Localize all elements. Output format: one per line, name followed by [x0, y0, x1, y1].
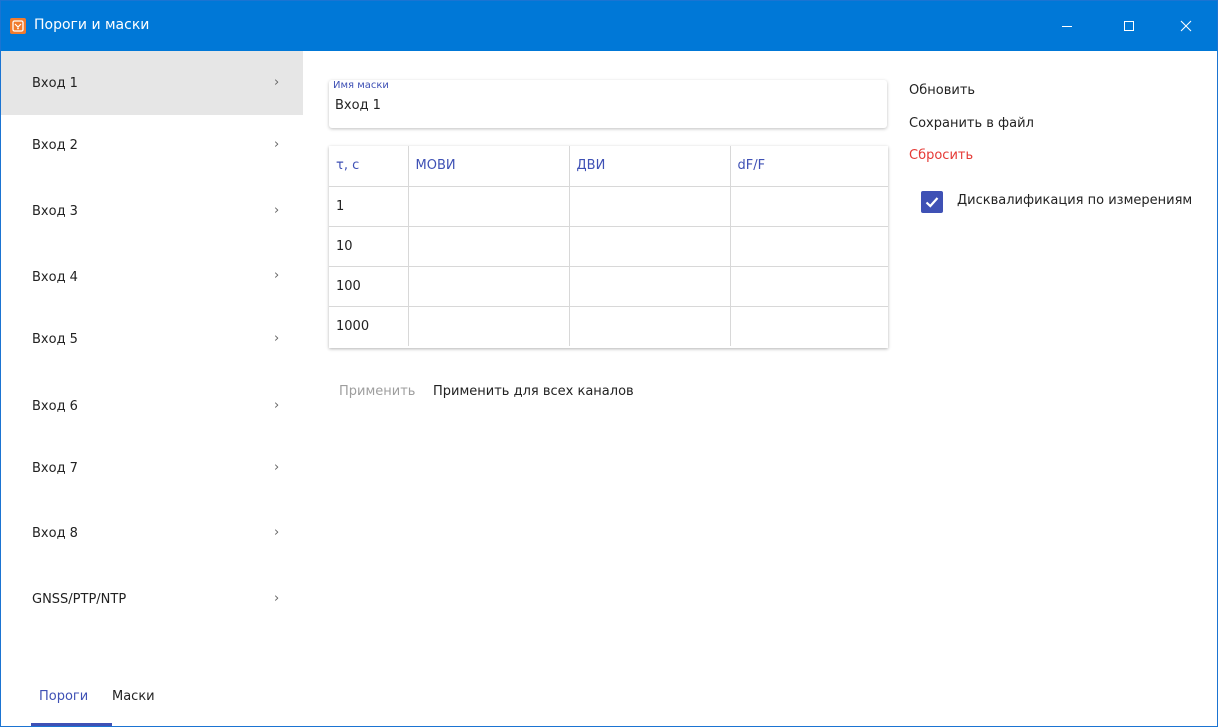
minimize-icon — [1062, 26, 1072, 27]
sidebar: Вход 1 › Вход 2 › Вход 3 › Вход 4 › Вход… — [1, 51, 303, 726]
reset-button[interactable]: Сбросить — [909, 148, 973, 163]
chevron-right-icon: › — [274, 525, 280, 540]
table-header-row: τ, с МОВИ ДВИ dF/F — [329, 146, 888, 187]
mask-name-input[interactable]: Вход 1 — [335, 98, 381, 113]
threshold-table: τ, с МОВИ ДВИ dF/F 1 10 100 1000 — [329, 146, 888, 348]
active-tab-indicator — [31, 723, 112, 726]
title-bar[interactable]: Пороги и маски — [1, 1, 1217, 51]
mask-name-field[interactable]: Имя маски Вход 1 — [329, 80, 887, 128]
table-cell[interactable] — [568, 305, 731, 346]
sidebar-item-label: Вход 2 — [32, 138, 78, 153]
sidebar-item-input-1[interactable]: Вход 1 › — [1, 51, 303, 115]
sidebar-item-label: Вход 5 — [32, 332, 78, 347]
sidebar-item-input-3[interactable]: Вход 3 › — [1, 179, 303, 243]
chevron-right-icon: › — [274, 460, 280, 475]
sidebar-item-label: Вход 3 — [32, 204, 78, 219]
table-cell[interactable] — [407, 185, 570, 227]
chevron-right-icon: › — [274, 203, 280, 218]
sidebar-item-input-6[interactable]: Вход 6 › — [1, 371, 303, 435]
table-cell[interactable] — [407, 305, 570, 346]
table-cell[interactable] — [729, 305, 888, 346]
maximize-button[interactable] — [1107, 1, 1151, 51]
sidebar-item-input-5[interactable]: Вход 5 › — [1, 307, 303, 371]
chevron-right-icon: › — [274, 591, 280, 606]
column-header-movi: МОВИ — [407, 146, 570, 187]
table-cell-tau: 100 — [329, 265, 409, 307]
sidebar-item-input-8[interactable]: Вход 8 › — [1, 499, 303, 563]
column-header-tau: τ, с — [329, 146, 409, 187]
table-row: 100 — [329, 265, 888, 307]
window-title: Пороги и маски — [34, 17, 150, 33]
chevron-right-icon: › — [274, 268, 280, 283]
table-row: 1000 — [329, 305, 888, 346]
app-logo-icon — [10, 18, 26, 34]
close-icon — [1180, 20, 1192, 32]
maximize-icon — [1124, 21, 1134, 31]
apply-all-channels-button[interactable]: Применить для всех каналов — [433, 384, 634, 399]
checkmark-icon — [925, 197, 939, 208]
close-button[interactable] — [1164, 1, 1208, 51]
disqualification-label: Дисквалификация по измерениям — [957, 193, 1193, 208]
table-cell-tau: 1000 — [329, 305, 409, 346]
column-header-dvi: ДВИ — [568, 146, 731, 187]
sidebar-item-input-7[interactable]: Вход 7 › — [1, 435, 303, 499]
apply-button[interactable]: Применить — [339, 384, 415, 399]
table-cell-tau: 1 — [329, 185, 409, 227]
sidebar-item-gnss[interactable]: GNSS/PTP/NTP › — [1, 563, 303, 627]
tab-thresholds[interactable]: Пороги — [39, 689, 88, 704]
app-window: Пороги и маски Вход 1 › Вход 2 › Вход 3 … — [0, 0, 1218, 727]
tab-masks[interactable]: Маски — [112, 689, 155, 704]
sidebar-item-label: Вход 1 — [32, 76, 78, 91]
sidebar-item-label: Вход 4 — [32, 270, 78, 285]
minimize-button[interactable] — [1045, 1, 1089, 51]
sidebar-item-label: Вход 6 — [32, 399, 78, 414]
sidebar-item-label: Вход 8 — [32, 526, 78, 541]
table-cell-tau: 10 — [329, 225, 409, 267]
sidebar-item-input-2[interactable]: Вход 2 › — [1, 115, 303, 179]
table-cell[interactable] — [407, 265, 570, 307]
chevron-right-icon: › — [274, 331, 280, 346]
table-row: 10 — [329, 225, 888, 267]
table-cell[interactable] — [568, 225, 731, 267]
table-cell[interactable] — [729, 265, 888, 307]
sidebar-item-label: Вход 7 — [32, 461, 78, 476]
chevron-right-icon: › — [274, 75, 280, 90]
table-cell[interactable] — [407, 225, 570, 267]
chevron-right-icon: › — [274, 137, 280, 152]
table-cell[interactable] — [568, 185, 731, 227]
table-cell[interactable] — [729, 185, 888, 227]
chevron-right-icon: › — [274, 398, 280, 413]
disqualification-checkbox[interactable] — [921, 191, 943, 213]
refresh-button[interactable]: Обновить — [909, 83, 975, 98]
sidebar-item-input-4[interactable]: Вход 4 › — [1, 243, 303, 307]
sidebar-item-label: GNSS/PTP/NTP — [32, 592, 127, 607]
mask-name-label: Имя маски — [333, 80, 389, 91]
bottom-tabs: Пороги Маски — [1, 689, 303, 726]
table-cell[interactable] — [729, 225, 888, 267]
table-row: 1 — [329, 185, 888, 227]
table-cell[interactable] — [568, 265, 731, 307]
save-to-file-button[interactable]: Сохранить в файл — [909, 116, 1034, 131]
column-header-df: dF/F — [729, 146, 888, 187]
